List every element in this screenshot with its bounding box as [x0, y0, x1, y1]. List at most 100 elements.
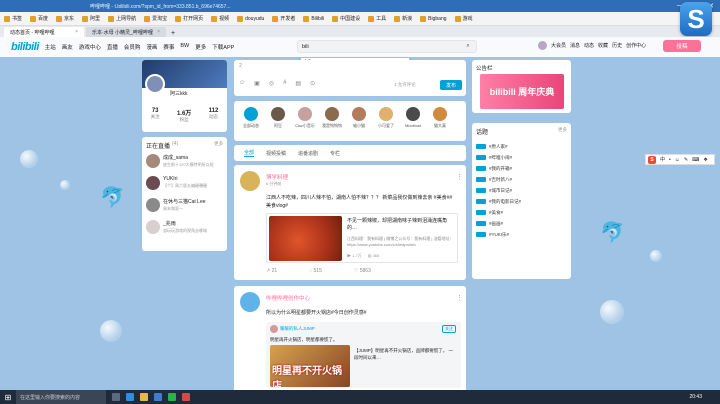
up-avatar[interactable] — [379, 107, 393, 121]
nav-link[interactable]: 主站 — [45, 43, 56, 51]
close-tab-icon[interactable]: × — [75, 29, 78, 35]
sogou-brand-icon[interactable]: S — [680, 2, 712, 36]
bookmark-item[interactable]: douyudu — [237, 15, 264, 22]
topic-item[interactable]: #美食# — [476, 207, 567, 218]
share-button[interactable]: ↗ 21 — [266, 268, 277, 274]
up-avatar[interactable] — [325, 107, 339, 121]
bookmark-item[interactable]: 爱淘宝 — [144, 15, 167, 22]
composer-setting[interactable]: 1 允许评论 — [394, 82, 416, 88]
bookmark-item[interactable]: 打开网页 — [175, 15, 203, 22]
search-box[interactable]: ⌕ — [297, 40, 477, 53]
filter-tab[interactable]: 全部 — [244, 149, 255, 157]
nav-link[interactable]: 下载APP — [212, 43, 234, 51]
video-thumbnail[interactable] — [269, 216, 342, 261]
topic-item[interactable]: #我的电影日记# — [476, 196, 567, 207]
live-avatar[interactable] — [146, 176, 160, 190]
topic-item[interactable]: #画画# — [476, 218, 567, 229]
up-item[interactable]: 全部动态 — [240, 107, 262, 141]
bookmark-item[interactable]: 上网导航 — [108, 15, 136, 22]
profile-stat[interactable]: 73 关注 — [151, 108, 160, 123]
user-nav-link[interactable]: 历史 — [612, 42, 622, 49]
bookmark-item[interactable]: 开发者 — [272, 15, 295, 22]
bookmark-item[interactable]: 工具 — [368, 15, 386, 22]
bookmark-item[interactable]: 阿里 — [82, 15, 100, 22]
up-item[interactable]: 喵小猫 — [348, 107, 370, 141]
user-nav-link[interactable]: 动态 — [584, 42, 594, 49]
up-item[interactable]: Cisz小音乐 — [294, 107, 316, 141]
topic-item[interactable]: #城市日记# — [476, 185, 567, 196]
close-tab-icon[interactable]: × — [157, 29, 160, 35]
nav-link[interactable]: 会员购 — [124, 43, 141, 51]
ime-tool[interactable]: ✎ — [684, 157, 688, 163]
up-item[interactable]: 猫大真 — [429, 107, 451, 141]
more-menu-icon[interactable]: ⋮ — [456, 294, 463, 302]
bookmark-item[interactable]: 书签 — [4, 15, 22, 22]
nav-link[interactable]: 游戏中心 — [79, 43, 101, 51]
up-avatar[interactable] — [244, 107, 258, 121]
sogou-ime-icon[interactable]: S — [648, 155, 656, 164]
topic-icon[interactable]: # — [283, 80, 286, 87]
bilibili-logo[interactable]: bilibili — [11, 41, 39, 53]
bookmark-item[interactable]: 视频 — [211, 15, 229, 22]
taskbar-search[interactable]: 在这里输入你要搜索的内容 — [16, 390, 106, 404]
task-view-icon[interactable] — [112, 393, 120, 401]
ime-tool[interactable]: ⌨ — [692, 157, 699, 163]
live-item[interactable]: _兆雨 游玩玩游戏的视角去哪城 — [146, 220, 223, 237]
profile-avatar[interactable] — [145, 74, 165, 94]
live-avatar[interactable] — [146, 154, 160, 168]
video-card[interactable]: 不见一颗辣椒，却把湖南味子辣到泪涌连嘴角的… 江西料理：我有料理 | 微博之公众… — [266, 213, 458, 263]
live-item[interactable]: 成成_sama 放生前十120大模特明所以呢 — [146, 154, 223, 171]
topics-more-link[interactable]: 更多 — [558, 127, 567, 136]
video-title[interactable]: 不见一颗辣椒，却把湖南味子辣到泪涌连嘴角的… — [347, 218, 455, 232]
like-button[interactable]: ♡ 5863 — [354, 268, 371, 274]
repost-card[interactable]: 暖暖的私人JUMP 关注 明星再开火锅店，明星都要慌了。 明星再不开火锅店 【J… — [266, 322, 461, 388]
up-avatar[interactable] — [352, 107, 366, 121]
nav-link[interactable]: 画友 — [62, 43, 73, 51]
bookmark-item[interactable]: 新浪 — [394, 15, 412, 22]
app-icon[interactable] — [182, 393, 190, 401]
avatar[interactable] — [538, 41, 547, 50]
up-item[interactable]: Mixottost — [402, 107, 424, 141]
nav-link[interactable]: 赛事 — [163, 43, 174, 51]
topic-item[interactable]: #哔哩小闹# — [476, 152, 567, 163]
search-input[interactable] — [302, 43, 452, 50]
browser-tab[interactable]: 乐本·水母 小精灵_哔哩哔哩 × — [86, 27, 166, 37]
filter-tab[interactable]: 追番追剧 — [298, 150, 318, 157]
up-item[interactable]: 小可爱了 — [375, 107, 397, 141]
profile-stat[interactable]: 112 动态 — [209, 108, 219, 123]
new-tab-button[interactable]: + — [168, 30, 178, 37]
emoji-icon[interactable]: ☺ — [239, 80, 245, 87]
live-avatar[interactable] — [146, 198, 160, 212]
more-menu-icon[interactable]: ⋮ — [456, 173, 463, 181]
user-nav-link[interactable]: 大会员 — [551, 42, 566, 49]
more-icon[interactable]: ⊙ — [310, 80, 315, 87]
bookmark-item[interactable]: Bilibili — [303, 15, 324, 22]
filter-tab[interactable]: 视频投稿 — [266, 150, 286, 157]
up-avatar[interactable] — [271, 107, 285, 121]
windows-start-icon[interactable]: ⊞ — [0, 390, 16, 404]
up-avatar[interactable] — [298, 107, 312, 121]
topic-item[interactable]: #吉时新八# — [476, 174, 567, 185]
up-item[interactable]: 阿豆 — [267, 107, 289, 141]
edge-icon[interactable] — [126, 393, 134, 401]
profile-name[interactable]: 阿三kkk — [170, 90, 188, 97]
store-icon[interactable] — [154, 393, 162, 401]
author-avatar[interactable] — [240, 171, 260, 191]
nav-link[interactable]: 更多 — [195, 43, 206, 51]
upload-button[interactable]: 投稿 — [663, 40, 701, 52]
ime-tool[interactable]: ❖ — [703, 157, 707, 163]
author-name[interactable]: 博学料理 — [266, 173, 288, 181]
bookmark-item[interactable]: 京东 — [56, 15, 74, 22]
author-name[interactable]: 哔哩哔哩创作中心 — [266, 294, 310, 302]
publish-button[interactable]: 发布 — [440, 80, 462, 90]
nav-link[interactable]: 漫画 — [146, 43, 157, 51]
composer-input[interactable]: 2 — [239, 63, 461, 69]
author-avatar[interactable] — [240, 292, 260, 312]
comment-button[interactable]: ◌ 515 — [309, 268, 322, 274]
browser-icon[interactable] — [168, 393, 176, 401]
topic-item[interactable]: #原人家# — [476, 141, 567, 152]
explorer-icon[interactable] — [140, 393, 148, 401]
user-nav-link[interactable]: 创作中心 — [626, 42, 646, 49]
bookmark-item[interactable]: 游戏 — [454, 15, 473, 22]
follow-button[interactable]: 关注 — [442, 325, 456, 333]
